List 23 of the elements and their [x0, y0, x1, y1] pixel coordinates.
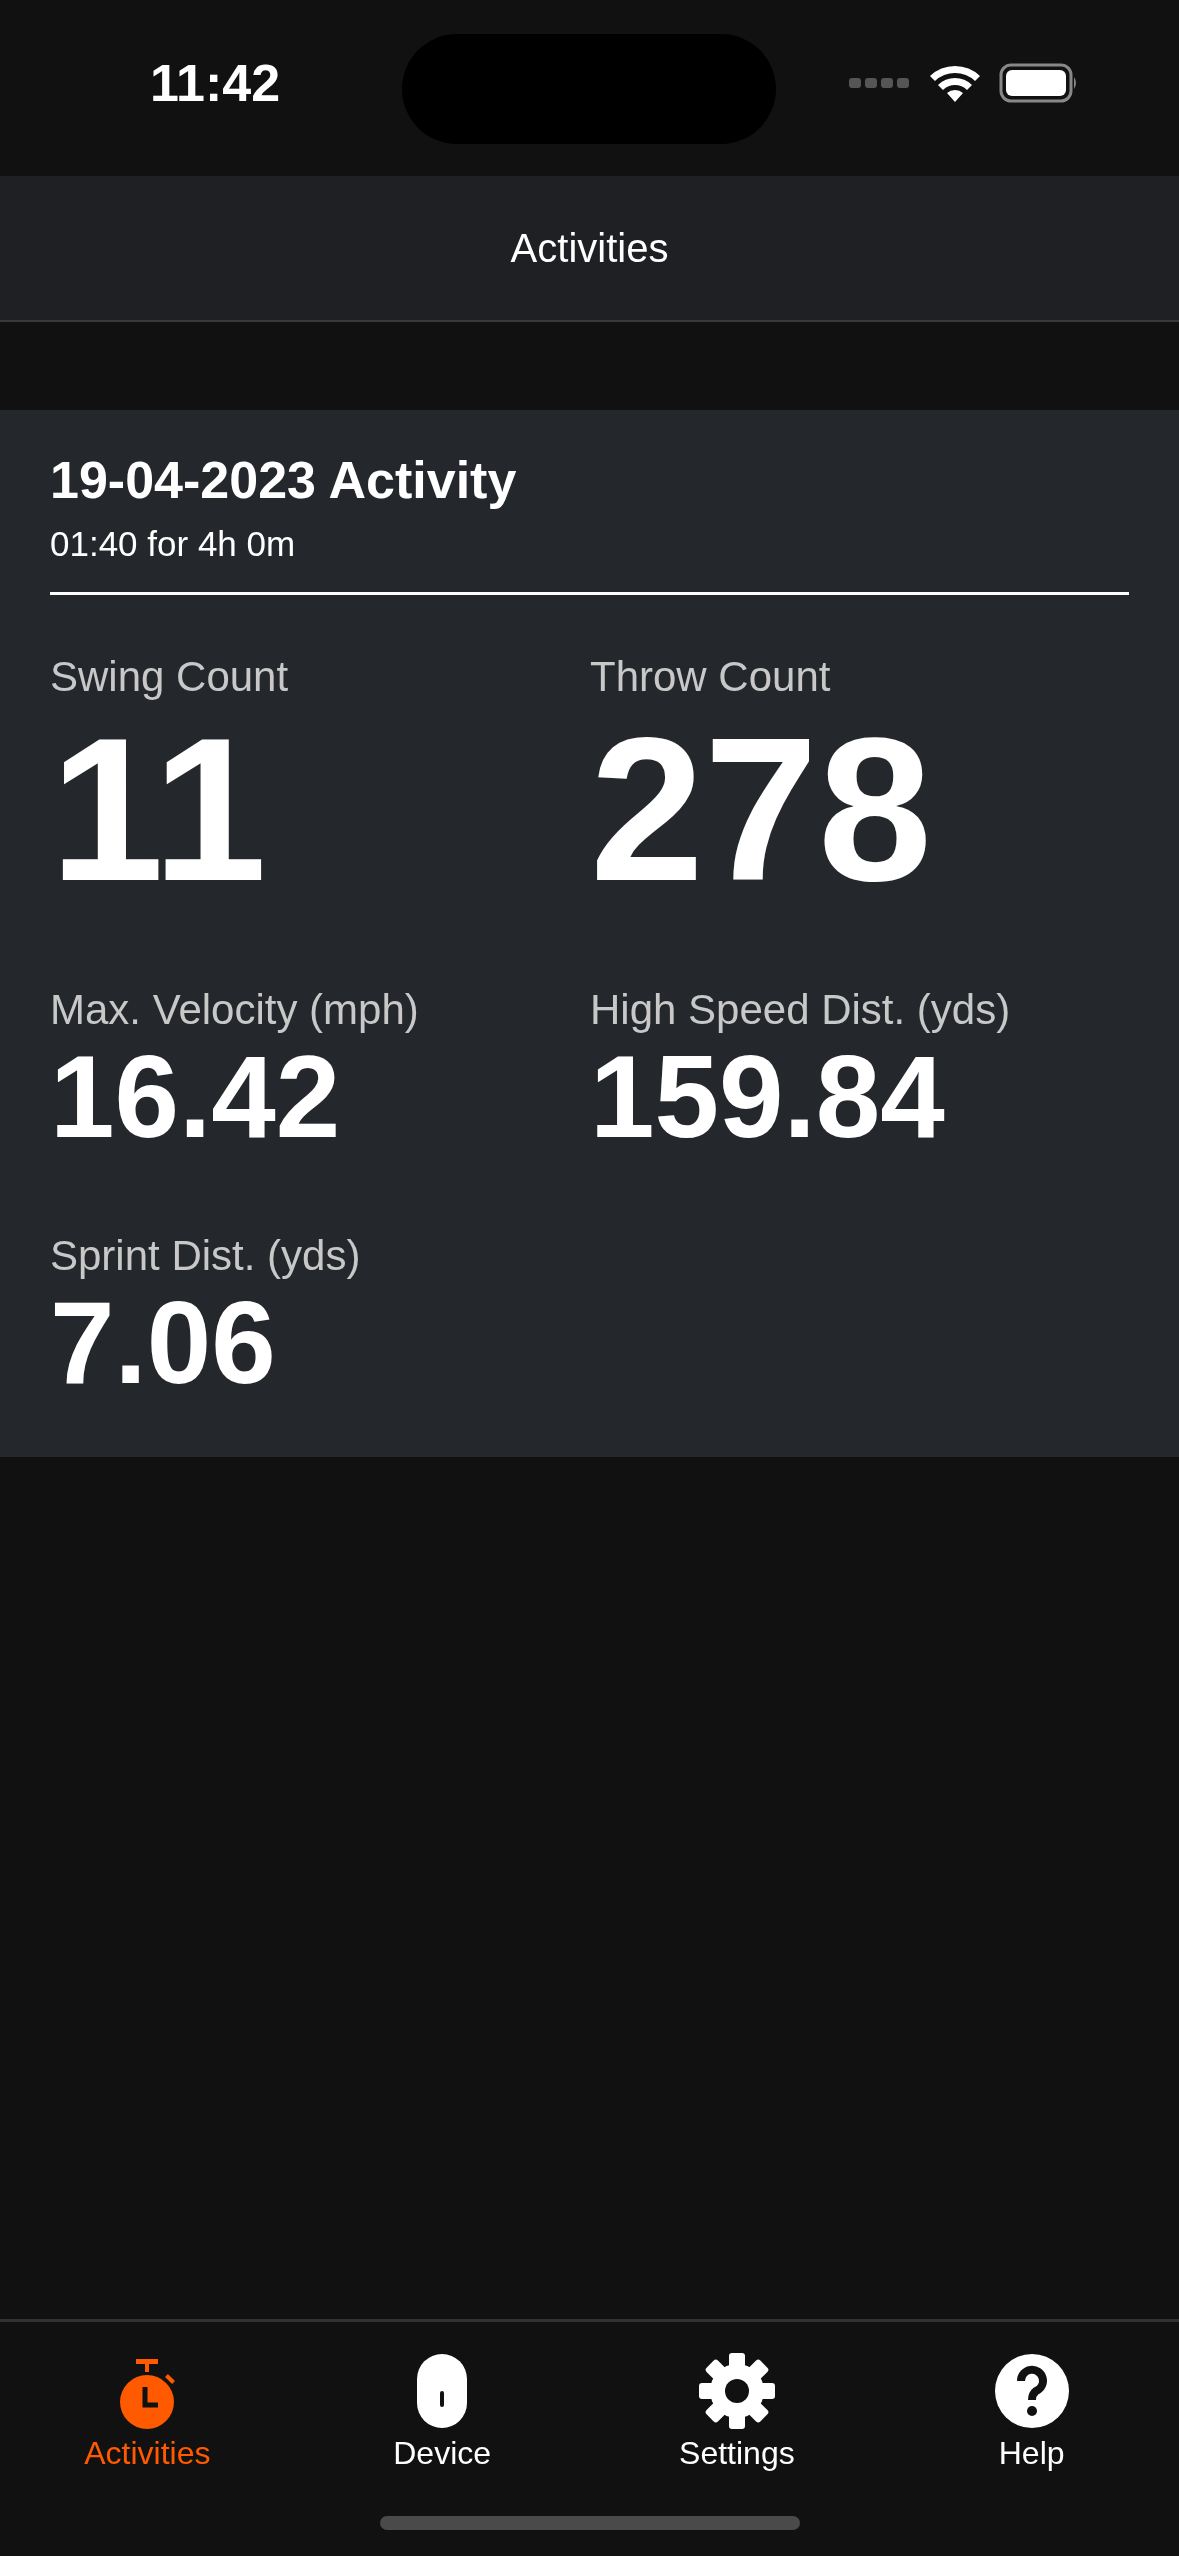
wifi-icon [929, 64, 981, 102]
stat-label: High Speed Dist. (yds) [590, 986, 1012, 1035]
stat-label: Sprint Dist. (yds) [50, 1231, 362, 1280]
stat-value: 7.06 [50, 1279, 276, 1408]
signal-icon [849, 76, 911, 90]
tab-item[interactable]: Device [294, 2322, 590, 2472]
stat-label: Swing Count [50, 653, 290, 701]
nav-title: Activities [510, 225, 669, 271]
help-icon [993, 2353, 1070, 2429]
tab-item[interactable]: Help [884, 2322, 1179, 2472]
tab-item[interactable]: Settings [589, 2322, 885, 2472]
tab-item[interactable]: Activities [0, 2322, 295, 2472]
activity-subtitle: 01:40 for 4h 0m [50, 524, 297, 564]
stat-label: Throw Count [590, 653, 832, 701]
stat-label: Max. Velocity (mph) [50, 986, 420, 1035]
stat-value: 278 [590, 701, 934, 917]
settings-icon [698, 2353, 775, 2429]
status-time: 11:42 [150, 53, 281, 113]
activity-title: 19-04-2023 Activity [50, 450, 518, 510]
stat-value: 11 [50, 701, 268, 917]
stat-value: 159.84 [590, 1034, 945, 1162]
stat-value: 16.42 [50, 1034, 341, 1162]
battery-icon [999, 63, 1079, 103]
